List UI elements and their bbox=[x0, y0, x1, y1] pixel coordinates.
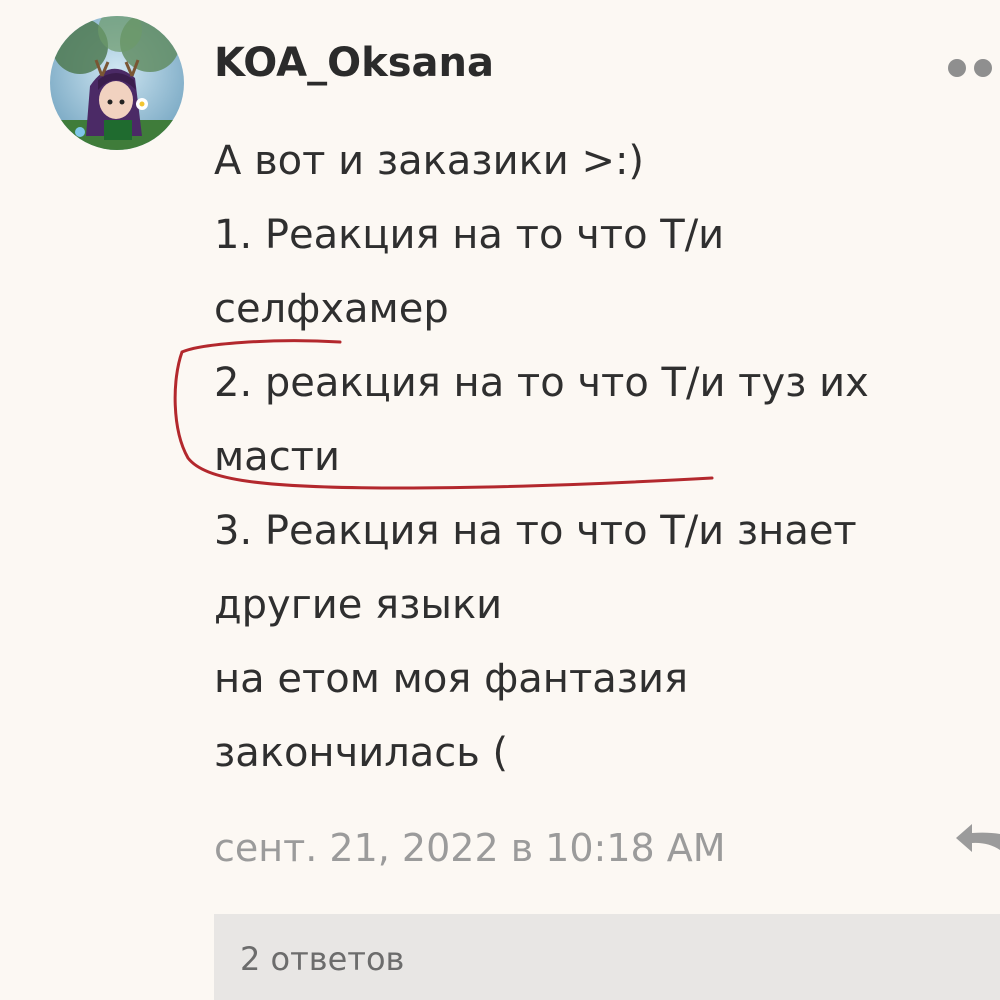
replies-button[interactable]: 2 ответов bbox=[214, 914, 1000, 1000]
comment-line: на етом моя фантазия bbox=[214, 656, 689, 702]
comment-body: А вот и заказики >:) 1. Реакция на то чт… bbox=[214, 124, 974, 790]
more-dots-icon[interactable] bbox=[948, 56, 1000, 80]
comment-line: 2. реакция на то что Т/и туз их bbox=[214, 360, 869, 406]
comment-line: масти bbox=[214, 434, 340, 480]
reply-arrow-icon[interactable] bbox=[950, 818, 1000, 858]
username[interactable]: KOA_Oksana bbox=[214, 40, 494, 86]
comment-line: 3. Реакция на то что Т/и знает bbox=[214, 508, 857, 554]
comment-card: KOA_Oksana А вот и заказики >:) 1. Реакц… bbox=[0, 0, 1000, 1000]
comment-line: закончилась ( bbox=[214, 730, 509, 776]
avatar-image bbox=[50, 16, 184, 150]
comment-line: селфхамер bbox=[214, 286, 449, 332]
comment-line: 1. Реакция на то что Т/и bbox=[214, 212, 725, 258]
replies-label: 2 ответов bbox=[240, 940, 405, 978]
avatar[interactable] bbox=[50, 16, 184, 150]
dot bbox=[974, 59, 992, 77]
comment-line: другие языки bbox=[214, 582, 503, 628]
timestamp: сент. 21, 2022 в 10:18 AM bbox=[214, 826, 726, 870]
dot bbox=[948, 59, 966, 77]
comment-line: А вот и заказики >:) bbox=[214, 138, 645, 184]
